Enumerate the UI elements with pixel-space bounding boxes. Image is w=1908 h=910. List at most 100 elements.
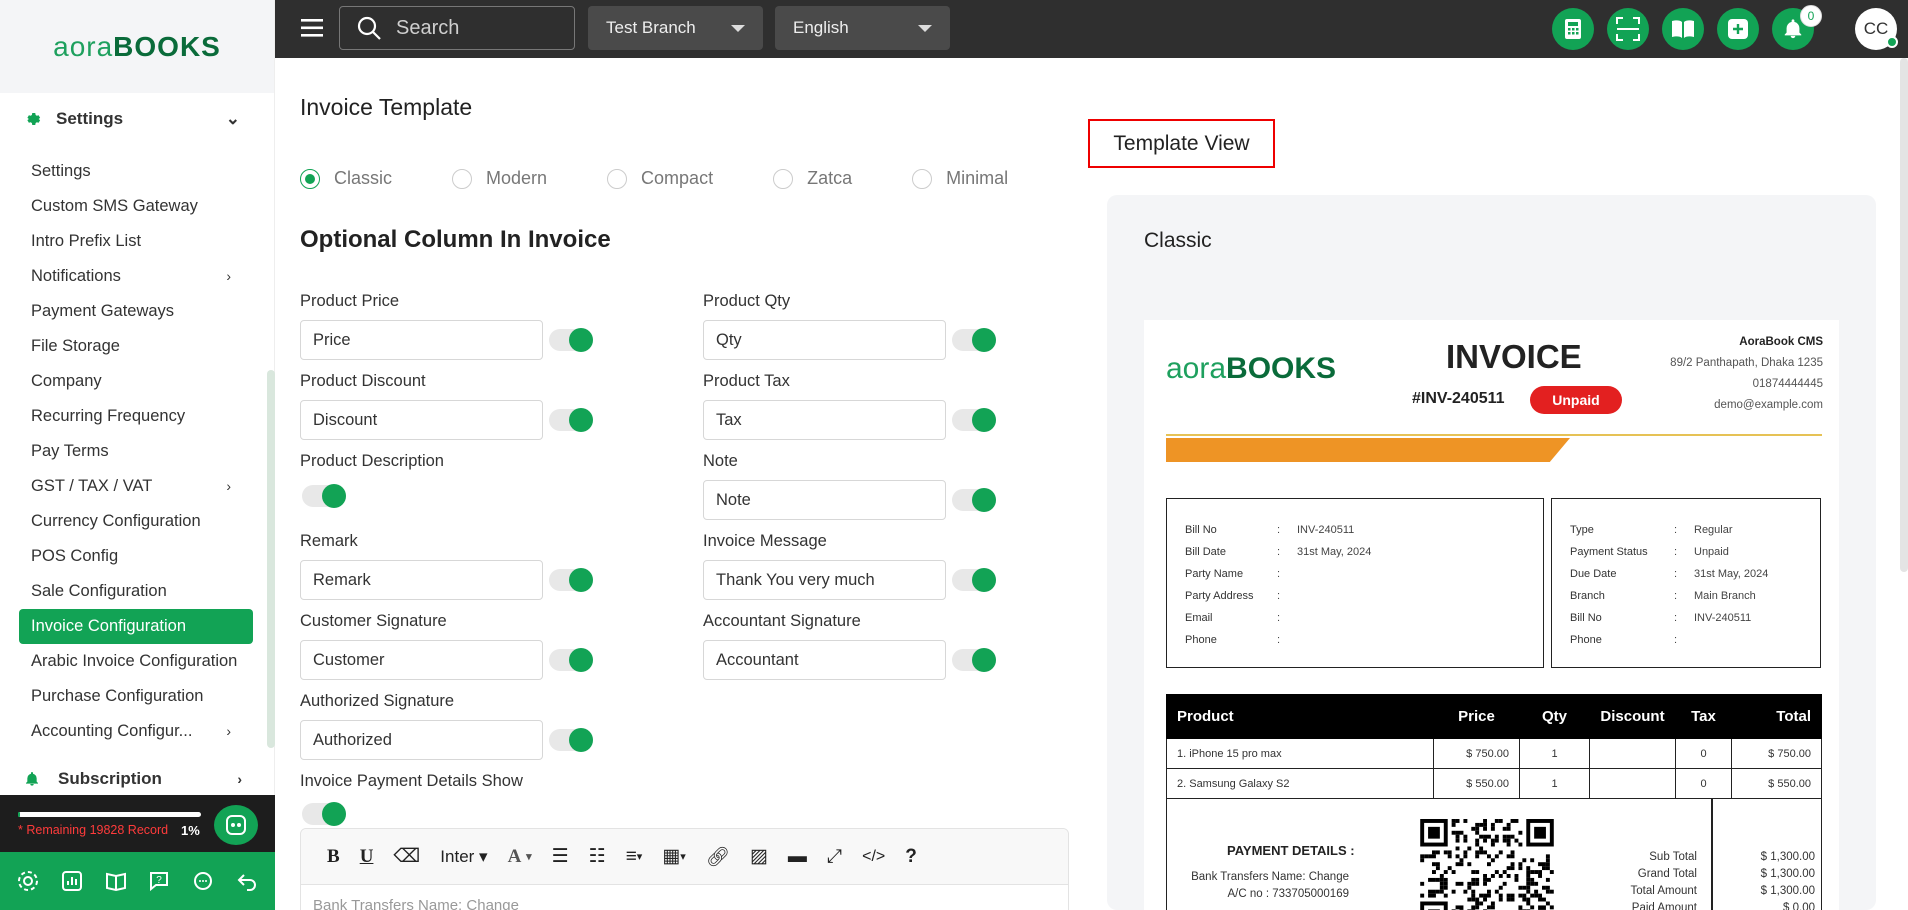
qr-module	[1451, 889, 1456, 894]
payment-details-show-toggle[interactable]	[302, 802, 346, 826]
total-label: Sub Total	[1649, 851, 1697, 863]
product-discount-input[interactable]	[300, 400, 543, 440]
radio-indicator	[300, 168, 320, 189]
subscription-section-header[interactable]: Subscription ›	[20, 764, 252, 794]
underline-button[interactable]: U	[360, 846, 374, 868]
accountant-signature-input[interactable]	[703, 640, 946, 680]
sidebar-item[interactable]: Payment Gateways	[19, 294, 253, 329]
sidebar-item[interactable]: Sale Configuration	[19, 574, 253, 609]
sidebar-item[interactable]: Currency Configuration	[19, 504, 253, 539]
qr-module	[1424, 854, 1429, 859]
info-row: Email:	[1185, 607, 1543, 629]
sidebar-item[interactable]: File Storage	[19, 329, 253, 364]
table-cell: $ 550.00	[1731, 768, 1822, 799]
video-icon[interactable]: ▬	[788, 846, 807, 868]
sidebar-item[interactable]: Intro Prefix List	[19, 224, 253, 259]
sidebar-item[interactable]: Arabic Invoice Configuration	[19, 644, 253, 679]
product-price-toggle[interactable]	[549, 328, 593, 352]
note-input[interactable]	[703, 480, 946, 520]
align-icon[interactable]: ≡ ▾	[626, 846, 643, 868]
sidebar-item[interactable]: Invoice Configuration	[19, 609, 253, 644]
sidebar-item[interactable]: Custom SMS Gateway	[19, 189, 253, 224]
product-qty-input[interactable]	[703, 320, 946, 360]
total-label: Total Amount	[1630, 885, 1697, 897]
sidebar-item[interactable]: Company	[19, 364, 253, 399]
sidebar-item[interactable]: Purchase Configuration	[19, 679, 253, 714]
sidebar-item[interactable]: Notifications ›	[19, 259, 253, 294]
qr-module	[1522, 897, 1527, 902]
product-tax-toggle[interactable]	[952, 408, 996, 432]
customer-signature-input[interactable]	[300, 640, 543, 680]
authorized-signature-toggle[interactable]	[549, 728, 593, 752]
bullet-list-icon[interactable]: ☰	[552, 845, 569, 868]
brand-logo[interactable]: aoraBOOKS	[53, 31, 221, 63]
sidebar-item[interactable]: POS Config	[19, 539, 253, 574]
settings-gear-icon[interactable]	[16, 869, 40, 893]
search-box[interactable]	[339, 6, 575, 50]
numbered-list-icon[interactable]: ☷	[589, 845, 606, 868]
remark-toggle[interactable]	[549, 568, 593, 592]
branch-select[interactable]: Test Branch	[588, 6, 763, 50]
sidebar-scrollbar[interactable]	[267, 370, 275, 748]
code-view-icon[interactable]: </>	[862, 848, 885, 866]
template-radio[interactable]: Classic	[300, 168, 392, 189]
remark-input[interactable]	[300, 560, 543, 600]
link-icon[interactable]: 🔗︎	[706, 845, 730, 869]
sidebar-item[interactable]: Pay Terms	[19, 434, 253, 469]
sidebar-item[interactable]: Settings	[19, 154, 253, 189]
table-cell: 2. Samsung Galaxy S2	[1166, 768, 1434, 799]
add-new-button[interactable]	[1717, 8, 1759, 50]
product-description-toggle[interactable]	[302, 484, 346, 508]
sidebar-item[interactable]: Accounting Configur... ›	[19, 714, 253, 749]
eraser-icon[interactable]: ⌫	[393, 845, 420, 868]
hamburger-menu-icon[interactable]	[301, 18, 323, 38]
page-scrollbar[interactable]	[1900, 58, 1908, 572]
bold-button[interactable]: B	[327, 846, 340, 868]
qr-module	[1475, 838, 1480, 843]
text-color-icon[interactable]: A ▾	[508, 846, 532, 868]
ai-assistant-button[interactable]	[214, 805, 258, 845]
qr-module	[1479, 901, 1484, 906]
product-qty-toggle[interactable]	[952, 328, 996, 352]
template-radio[interactable]: Modern	[452, 168, 547, 189]
editor-body[interactable]: Bank Transfers Name: Change	[301, 885, 1068, 910]
qr-module	[1510, 854, 1515, 859]
report-chart-icon[interactable]	[60, 869, 84, 893]
fullscreen-icon[interactable]: ⤢	[827, 846, 842, 868]
field-product-description: Product Description	[300, 452, 680, 508]
qr-module	[1506, 842, 1511, 847]
font-family-select[interactable]: Inter ▾	[440, 847, 487, 867]
invoice-message-toggle[interactable]	[952, 568, 996, 592]
language-select[interactable]: English	[775, 6, 950, 50]
knowledge-base-button[interactable]	[1662, 8, 1704, 50]
sidebar-item[interactable]: Recurring Frequency	[19, 399, 253, 434]
template-radio[interactable]: Minimal	[912, 168, 1008, 189]
help-icon[interactable]: ?	[905, 846, 917, 868]
authorized-signature-input[interactable]	[300, 720, 543, 760]
messages-icon[interactable]	[191, 869, 215, 893]
image-icon[interactable]: ▨	[750, 845, 768, 868]
back-arrow-icon[interactable]	[235, 869, 259, 893]
info-row: Branch: Main Branch	[1570, 585, 1820, 607]
search-input[interactable]	[396, 16, 546, 40]
sidebar-item[interactable]: GST / TAX / VAT ›	[19, 469, 253, 504]
settings-section-header[interactable]: Settings ⌄	[20, 104, 252, 134]
note-toggle[interactable]	[952, 488, 996, 512]
sidebar-item-label: Pay Terms	[31, 442, 109, 460]
accountant-signature-toggle[interactable]	[952, 648, 996, 672]
customer-signature-toggle[interactable]	[549, 648, 593, 672]
product-discount-toggle[interactable]	[549, 408, 593, 432]
invoice-message-input[interactable]	[703, 560, 946, 600]
help-chat-icon[interactable]: ?	[147, 869, 171, 893]
sidebar-item-label: Intro Prefix List	[31, 232, 142, 250]
scanner-button[interactable]	[1607, 8, 1649, 50]
calculator-button[interactable]	[1552, 8, 1594, 50]
book-icon[interactable]	[104, 869, 128, 893]
template-radio[interactable]: Zatca	[773, 168, 852, 189]
qr-module	[1428, 877, 1432, 882]
info-row: Bill No: INV-240511	[1570, 607, 1820, 629]
product-price-input[interactable]	[300, 320, 543, 360]
table-icon[interactable]: ▦ ▾	[662, 845, 685, 868]
product-tax-input[interactable]	[703, 400, 946, 440]
template-radio[interactable]: Compact	[607, 168, 713, 189]
